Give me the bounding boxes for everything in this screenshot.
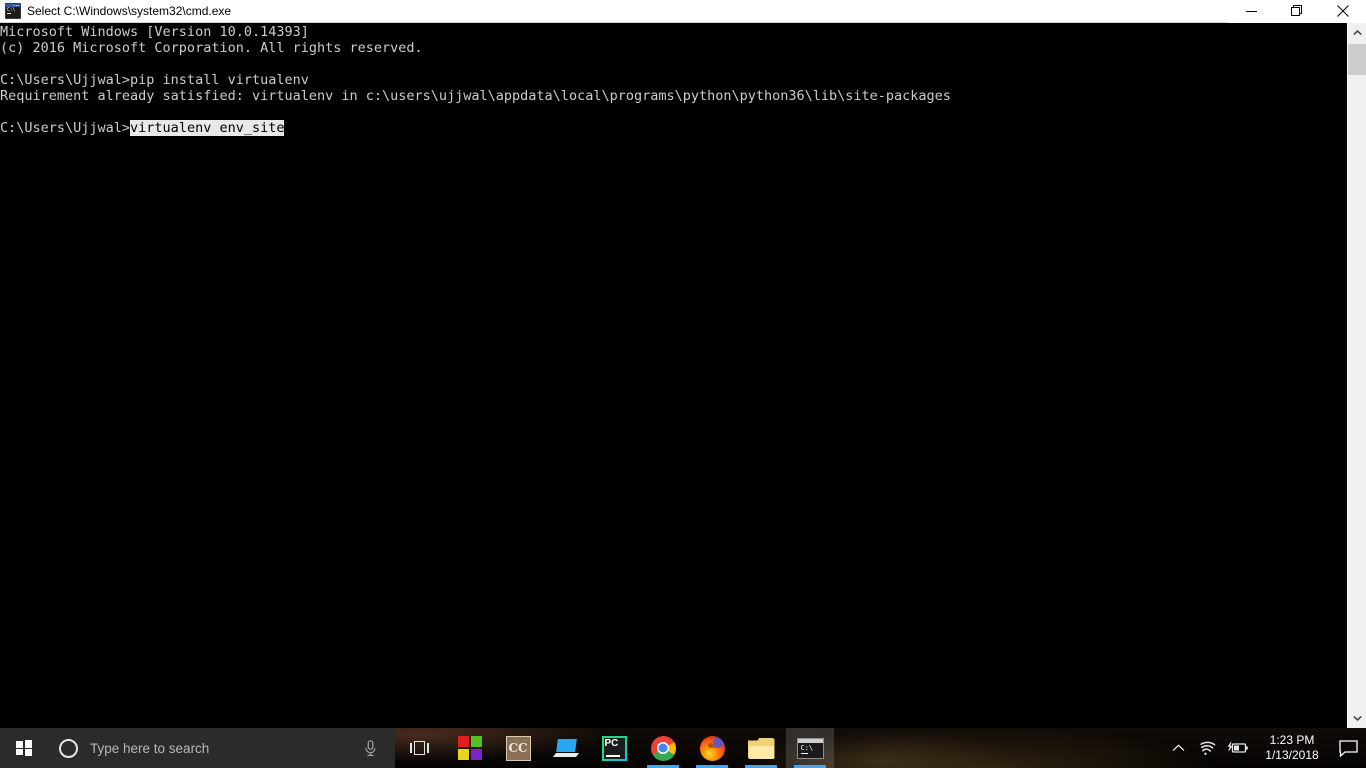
- windows-logo-icon: [16, 740, 32, 756]
- console-line: Microsoft Windows [Version 10.0.14393]: [0, 24, 309, 40]
- cc-app-icon: CC: [505, 735, 531, 761]
- taskbar-item-pycharm[interactable]: PC: [590, 728, 638, 768]
- task-view-button[interactable]: [395, 728, 443, 768]
- taskbar-item-cc-app[interactable]: CC: [494, 728, 542, 768]
- minimize-button[interactable]: [1228, 0, 1274, 23]
- console-prompt: C:\Users\Ujjwal>: [0, 120, 131, 136]
- taskbar-item-google-chrome[interactable]: [639, 728, 687, 768]
- console-prompt-line: C:\Users\Ujjwal>virtualenv env_site: [0, 120, 1347, 136]
- clock-date: 1/13/2018: [1265, 748, 1319, 762]
- window-titlebar[interactable]: C:\ Select C:\Windows\system32\cmd.exe: [0, 0, 1366, 23]
- microphone-icon[interactable]: [364, 739, 377, 757]
- window-controls: [1228, 0, 1366, 23]
- file-explorer-icon: [747, 737, 775, 759]
- mozilla-firefox-icon: [699, 735, 725, 761]
- clock[interactable]: 1:23 PM 1/13/2018: [1254, 728, 1330, 768]
- pycharm-icon: PC: [601, 735, 627, 761]
- console-scrollbar[interactable]: [1347, 23, 1366, 728]
- console-selected-command[interactable]: virtualenv env_site: [130, 120, 285, 136]
- scroll-up-arrow[interactable]: [1348, 23, 1366, 43]
- taskbar-item-remote-desktop[interactable]: [542, 728, 590, 768]
- task-view-icon: [409, 741, 429, 755]
- console-output-area[interactable]: Microsoft Windows [Version 10.0.14393] (…: [0, 23, 1347, 728]
- scroll-track[interactable]: [1348, 75, 1366, 708]
- action-center-icon[interactable]: [1330, 728, 1366, 768]
- google-chrome-icon: [650, 735, 676, 761]
- taskbar-item-mozilla-firefox[interactable]: [688, 728, 736, 768]
- console-line: C:\Users\Ujjwal>pip install virtualenv: [0, 72, 309, 88]
- system-tray: 1:23 PM 1/13/2018: [1164, 728, 1366, 768]
- scroll-thumb[interactable]: [1348, 44, 1366, 75]
- taskbar-item-microsoft-store[interactable]: [446, 728, 494, 768]
- remote-desktop-icon: [553, 739, 579, 757]
- cmd-console-icon[interactable]: C:\: [5, 3, 21, 19]
- taskbar-item-file-explorer[interactable]: [737, 728, 785, 768]
- close-button[interactable]: [1320, 0, 1366, 23]
- wifi-icon[interactable]: [1192, 728, 1222, 768]
- taskbar-item-command-prompt[interactable]: C:\: [786, 728, 834, 768]
- clock-time: 1:23 PM: [1269, 733, 1315, 747]
- console-line: (c) 2016 Microsoft Corporation. All righ…: [0, 40, 423, 56]
- search-input[interactable]: Type here to search: [48, 728, 395, 768]
- battery-charging-icon[interactable]: [1222, 728, 1254, 768]
- scroll-down-arrow[interactable]: [1348, 708, 1366, 728]
- window-title: Select C:\Windows\system32\cmd.exe: [27, 3, 232, 18]
- restore-button[interactable]: [1274, 0, 1320, 23]
- console-line: Requirement already satisfied: virtualen…: [0, 88, 951, 104]
- microsoft-store-icon: [458, 736, 482, 760]
- start-button[interactable]: [0, 728, 48, 768]
- cmd-window: C:\ Select C:\Windows\system32\cmd.exe M…: [0, 0, 1366, 728]
- command-prompt-icon: C:\: [796, 737, 824, 759]
- windows-taskbar: Type here to search CC PC C:\ 1:23 PM 1/…: [0, 728, 1366, 768]
- search-placeholder: Type here to search: [90, 740, 210, 756]
- cortana-circle-icon[interactable]: [59, 738, 78, 758]
- show-hidden-icons-button[interactable]: [1164, 728, 1192, 768]
